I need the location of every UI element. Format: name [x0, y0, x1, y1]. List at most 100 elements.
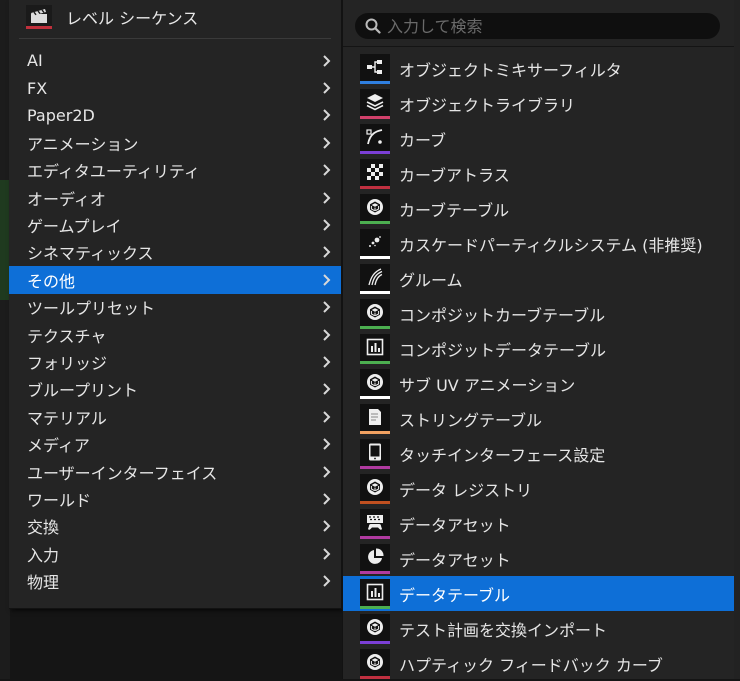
asset-label: テスト計画を交換インポート [399, 620, 608, 640]
asset-item[interactable]: コンポジットカーブテーブル [343, 296, 734, 331]
asset-item[interactable]: データアセット [343, 541, 734, 576]
chevron-right-icon [323, 109, 331, 122]
asset-item[interactable]: グルーム [343, 261, 734, 296]
search-input[interactable] [385, 15, 709, 37]
category-label: アニメーション [27, 134, 139, 154]
category-label: テクスチャ [27, 326, 107, 346]
category-label: ブループリント [27, 381, 139, 401]
cube-icon [360, 368, 390, 399]
category-item[interactable]: ツールプリセット [9, 294, 341, 321]
category-item[interactable]: オーディオ [9, 184, 341, 211]
cube-icon [360, 473, 390, 504]
gamepad-icon [360, 508, 390, 539]
asset-item[interactable]: ストリングテーブル [343, 401, 734, 436]
category-item[interactable]: エディタユーティリティ [9, 157, 341, 184]
asset-label: オブジェクトミキサーフィルタ [399, 60, 622, 80]
category-label: ユーザーインターフェイス [27, 463, 218, 483]
asset-label: データアセット [399, 550, 511, 570]
category-label: メディア [27, 436, 90, 456]
asset-label: カーブ [399, 130, 447, 150]
asset-label: カーブアトラス [399, 165, 510, 185]
asset-label: データアセット [399, 515, 511, 535]
category-item[interactable]: 入力 [9, 540, 341, 567]
document-icon [360, 403, 390, 434]
category-item[interactable]: FX [9, 74, 341, 101]
chevron-right-icon [323, 219, 331, 231]
category-item[interactable]: ゲームプレイ [9, 211, 341, 238]
category-label: その他 [27, 271, 76, 291]
chevron-right-icon [323, 575, 331, 587]
cube-icon [360, 613, 390, 644]
asset-item[interactable]: データテーブル [343, 576, 734, 611]
asset-item[interactable]: カーブテーブル [343, 191, 734, 226]
cube-icon [360, 298, 390, 329]
asset-label: オブジェクトライブラリ [399, 95, 576, 115]
asset-item[interactable]: サブ UV アニメーション [343, 366, 734, 401]
background-right [733, 0, 740, 679]
category-item[interactable]: ユーザーインターフェイス [9, 458, 341, 485]
chevron-right-icon [323, 246, 331, 259]
category-item[interactable]: シネマティックス [9, 239, 341, 266]
asset-item[interactable]: テスト計画を交換インポート [343, 611, 734, 646]
asset-label: ストリングテーブル [399, 410, 543, 430]
hair-icon [360, 263, 390, 294]
category-list: AI FX Paper2D アニメーションエディタユーティリティ オーディオ ゲームプレイ… [9, 47, 341, 595]
category-item[interactable]: Paper2D [9, 102, 341, 129]
category-item[interactable]: マテリアル [9, 403, 341, 430]
level-sequence-item[interactable]: レベル シーケンス [26, 3, 198, 31]
category-item[interactable]: ワールド [9, 485, 341, 512]
category-label: ツールプリセット [27, 299, 156, 319]
asset-item[interactable]: カーブアトラス [343, 156, 734, 191]
category-item[interactable]: ブループリント [9, 376, 341, 403]
category-item[interactable]: AI [9, 47, 341, 74]
category-item[interactable]: フォリッジ [9, 348, 341, 375]
chevron-right-icon [323, 301, 331, 313]
checker-icon [360, 158, 390, 189]
category-label: Paper2D [27, 105, 95, 125]
asset-label: カーブテーブル [399, 200, 510, 220]
asset-label: データ レジストリ [399, 480, 533, 500]
asset-item[interactable]: タッチインターフェース設定 [343, 436, 734, 471]
search-icon [365, 18, 381, 34]
category-label: オーディオ [27, 189, 106, 209]
table-chart-icon [360, 578, 390, 609]
pie-chart-icon [360, 543, 390, 574]
submenu-separator [343, 46, 734, 47]
asset-item[interactable]: ハプティック フィードバック カーブ [343, 646, 734, 681]
category-item[interactable]: アニメーション [9, 129, 341, 156]
category-item[interactable]: その他 [9, 266, 341, 294]
asset-item[interactable]: コンポジットデータテーブル [343, 331, 734, 366]
chevron-right-icon [323, 274, 331, 286]
category-item[interactable]: メディア [9, 430, 341, 457]
menu-separator [19, 38, 331, 39]
asset-label: ハプティック フィードバック カーブ [399, 655, 663, 675]
chevron-right-icon [323, 520, 331, 533]
chevron-right-icon [323, 54, 331, 67]
asset-item[interactable]: カスケードパーティクルシステム (非推奨) [343, 226, 734, 261]
asset-label: カスケードパーティクルシステム (非推奨) [399, 235, 703, 255]
particle-icon [360, 228, 390, 259]
category-label: シネマティックス [27, 244, 154, 264]
chevron-right-icon [323, 548, 331, 560]
curve-icon [360, 123, 390, 154]
asset-item[interactable]: データアセット [343, 506, 734, 541]
category-label: ワールド [27, 490, 92, 510]
asset-label: サブ UV アニメーション [399, 375, 576, 395]
category-label: エディタユーティリティ [27, 162, 200, 182]
category-label: FX [27, 78, 48, 98]
chevron-right-icon [323, 191, 331, 204]
asset-label: コンポジットカーブテーブル [399, 305, 606, 325]
chevron-right-icon [323, 438, 331, 450]
asset-item[interactable]: オブジェクトミキサーフィルタ [343, 51, 734, 86]
category-item[interactable]: 物理 [9, 567, 341, 594]
table-chart-icon [360, 333, 390, 364]
asset-item[interactable]: オブジェクトライブラリ [343, 86, 734, 121]
category-menu: レベル シーケンス AI FX Paper2D アニメーションエディタユーティリティオ… [9, 0, 342, 609]
category-item[interactable]: 交換 [9, 513, 341, 540]
node-graph-icon [360, 53, 390, 84]
asset-item[interactable]: カーブ [343, 121, 734, 156]
asset-item[interactable]: データ レジストリ [343, 471, 734, 506]
search-box [355, 13, 720, 39]
chevron-right-icon [323, 356, 331, 368]
category-item[interactable]: テクスチャ [9, 321, 341, 348]
